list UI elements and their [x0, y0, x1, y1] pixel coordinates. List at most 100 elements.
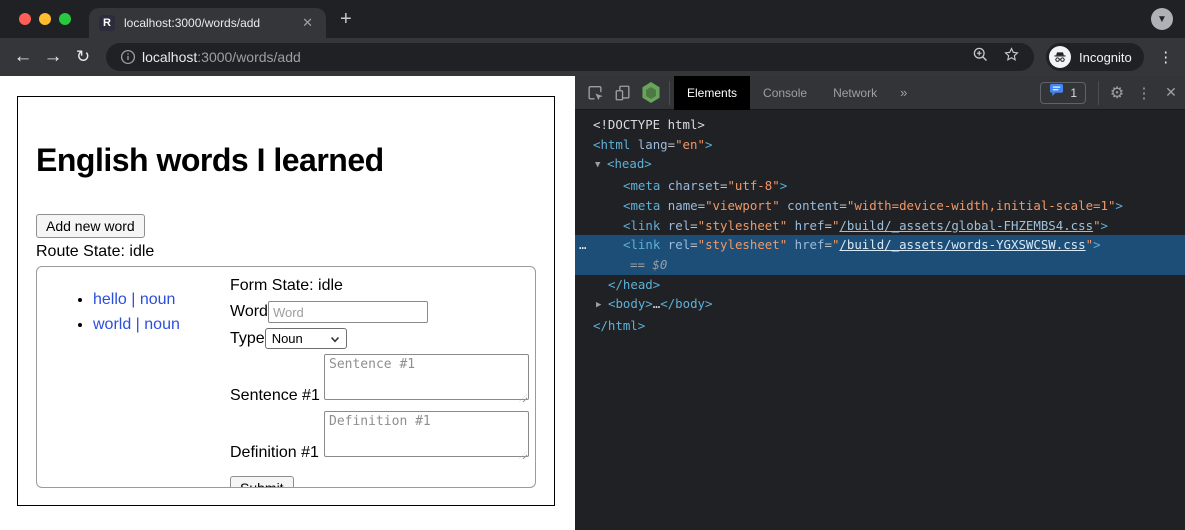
code-token: "en"	[675, 137, 705, 152]
browser-menu-button[interactable]: ⋮	[1154, 48, 1178, 66]
tab-console[interactable]: Console	[750, 76, 820, 110]
code-token: "	[1086, 237, 1093, 252]
node-more-actions-icon[interactable]: …	[579, 235, 585, 255]
zoom-icon[interactable]	[972, 46, 989, 68]
code-token: =	[690, 218, 697, 233]
expand-arrow-icon[interactable]: ▶	[596, 296, 608, 316]
word-link-hello[interactable]: hello | noun	[93, 291, 175, 308]
minimize-window-button[interactable]	[39, 13, 51, 25]
code-token: </body>	[660, 296, 712, 311]
devtools-menu-icon[interactable]: ⋮	[1131, 84, 1157, 102]
add-new-word-button[interactable]: Add new word	[36, 214, 145, 238]
devtools-code-line[interactable]: ▼<head>	[575, 154, 1185, 176]
code-token: <meta	[623, 178, 660, 193]
code-token: >	[1093, 237, 1100, 252]
code-token: content	[787, 198, 839, 213]
sentence-field-label: Sentence #1	[230, 387, 320, 405]
code-token: >	[1101, 218, 1108, 233]
tab-network[interactable]: Network	[820, 76, 890, 110]
forward-button[interactable]: →	[38, 46, 68, 68]
code-token: "viewport"	[705, 198, 780, 213]
devtools-code-line[interactable]: …<link rel="stylesheet" href="/build/_as…	[575, 235, 1185, 255]
code-token: "stylesheet"	[698, 218, 788, 233]
search-tabs-button[interactable]: ▼	[1151, 8, 1173, 30]
reload-button[interactable]: ↻	[68, 47, 98, 67]
more-tabs-chevron[interactable]: »	[890, 85, 917, 100]
code-token	[660, 198, 667, 213]
devtools-code-line[interactable]: <html lang="en">	[575, 135, 1185, 155]
add-word-form: Form State: idle Word Type Noun	[230, 267, 535, 487]
tab-strip: R localhost:3000/words/add ✕ + ▼	[0, 0, 1185, 38]
tab-close-icon[interactable]: ✕	[299, 15, 316, 31]
type-select[interactable]: Noun	[265, 328, 347, 349]
type-field-label: Type	[230, 330, 265, 348]
code-token: >	[780, 178, 787, 193]
url-text[interactable]: localhost:3000/words/add	[142, 49, 972, 65]
word-link-world[interactable]: world | noun	[93, 316, 180, 333]
device-toolbar-icon[interactable]	[609, 80, 637, 106]
address-bar[interactable]: localhost:3000/words/add	[106, 43, 1034, 71]
code-token: </html>	[593, 318, 645, 333]
devtools-panel: Elements Console Network » 1 ⚙ ⋮ ✕ <!DOC…	[575, 76, 1185, 530]
incognito-badge: Incognito	[1046, 43, 1144, 71]
code-token: =	[668, 137, 675, 152]
code-token: ==	[630, 257, 652, 272]
back-button[interactable]: ←	[8, 46, 38, 68]
bookmark-star-icon[interactable]	[1003, 46, 1020, 68]
incognito-icon	[1049, 46, 1071, 68]
code-token: <head>	[607, 156, 652, 171]
devtools-code-line[interactable]: <!DOCTYPE html>	[575, 115, 1185, 135]
chevron-down-icon	[330, 330, 340, 348]
word-input[interactable]	[268, 301, 428, 323]
code-token: $0	[652, 257, 667, 272]
devtools-close-icon[interactable]: ✕	[1157, 84, 1185, 101]
words-list: hello | noun world | noun	[37, 267, 230, 487]
browser-tab[interactable]: R localhost:3000/words/add ✕	[89, 8, 326, 38]
code-token: <link	[623, 218, 660, 233]
code-token: rel	[668, 237, 690, 252]
toolbar-divider	[669, 81, 670, 105]
window-content: English words I learned Add new word Rou…	[0, 76, 1185, 530]
definition-field-label: Definition #1	[230, 444, 319, 462]
sentence-textarea[interactable]	[324, 354, 529, 400]
site-info-icon[interactable]	[120, 49, 136, 65]
inspect-element-icon[interactable]	[581, 80, 609, 106]
definition-textarea[interactable]	[324, 411, 529, 457]
tab-title: localhost:3000/words/add	[124, 16, 299, 30]
code-token: <html	[593, 137, 630, 152]
devtools-code-line[interactable]: </head>	[575, 275, 1185, 295]
devtools-code-line[interactable]: == $0	[575, 255, 1185, 275]
extension-hexagon-icon[interactable]	[637, 80, 665, 106]
devtools-code-line[interactable]: <link rel="stylesheet" href="/build/_ass…	[575, 216, 1185, 236]
code-token: =	[839, 198, 846, 213]
devtools-code-line[interactable]: </html>	[575, 316, 1185, 336]
list-item: world | noun	[93, 316, 230, 334]
code-token: </head>	[608, 277, 660, 292]
code-token	[660, 218, 667, 233]
url-host: localhost	[142, 49, 197, 65]
code-token: =	[824, 237, 831, 252]
devtools-code-line[interactable]: <meta charset="utf-8">	[575, 176, 1185, 196]
issues-message-icon	[1049, 83, 1064, 102]
code-token: /build/_assets/global-FHZEMBS4.css	[839, 218, 1093, 233]
devtools-toolbar: Elements Console Network » 1 ⚙ ⋮ ✕	[575, 76, 1185, 110]
code-token: >	[1115, 198, 1122, 213]
code-token	[787, 237, 794, 252]
settings-gear-icon[interactable]: ⚙	[1103, 80, 1131, 106]
code-token: =	[698, 198, 705, 213]
devtools-code-line[interactable]: <meta name="viewport" content="width=dev…	[575, 196, 1185, 216]
code-token: <meta	[623, 198, 660, 213]
code-token	[630, 137, 637, 152]
issues-counter[interactable]: 1	[1040, 82, 1086, 104]
close-window-button[interactable]	[19, 13, 31, 25]
tab-elements[interactable]: Elements	[674, 76, 750, 110]
code-token: "	[1093, 218, 1100, 233]
submit-button[interactable]: Submit	[230, 476, 294, 488]
collapse-arrow-icon[interactable]: ▼	[595, 156, 607, 176]
maximize-window-button[interactable]	[59, 13, 71, 25]
devtools-code-line[interactable]: ▶<body>…</body>	[575, 294, 1185, 316]
new-tab-button[interactable]: +	[340, 8, 352, 31]
word-field-label: Word	[230, 303, 268, 321]
code-token: /build/_assets/words-YGXSWCSW.css	[839, 237, 1085, 252]
code-token	[660, 237, 667, 252]
